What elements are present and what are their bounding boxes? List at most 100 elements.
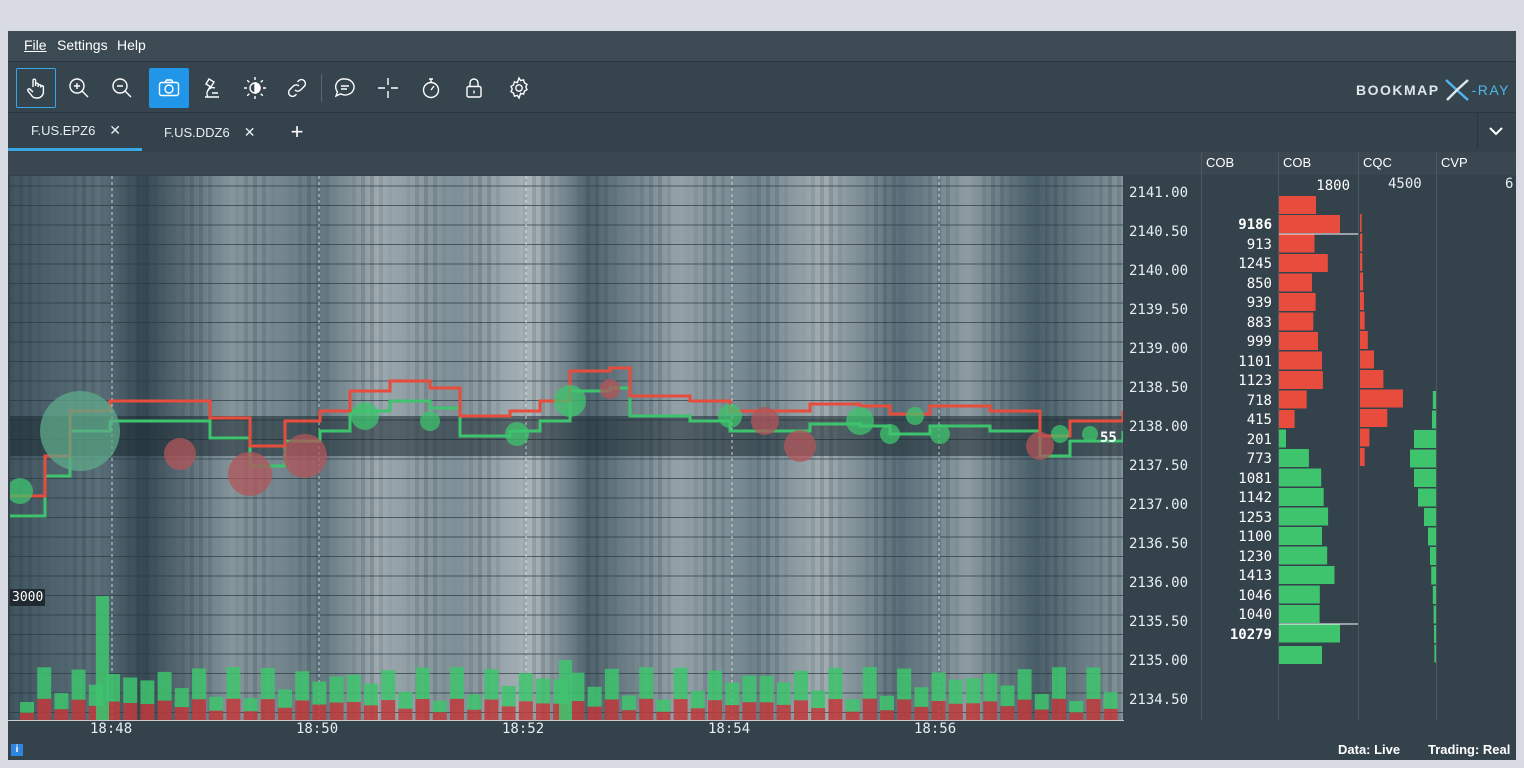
instrument-tabs: F.US.EPZ6 ✕ F.US.DDZ6 ✕ + (8, 112, 1516, 151)
menu-file[interactable]: File (24, 37, 47, 53)
volume-bar-sell (209, 710, 224, 720)
info-icon[interactable]: i (11, 744, 23, 756)
trade-bubble (164, 438, 196, 470)
cob-bar (1278, 624, 1340, 643)
cob-bar (1278, 312, 1314, 331)
cob-value: 1101 (1238, 353, 1272, 370)
volume-bar-sell (845, 711, 860, 720)
volume-bar-sell (174, 707, 189, 720)
volume-bar-sell (536, 703, 550, 720)
cob-bar (1278, 546, 1328, 565)
cob-values-column: 1800 9186 913 1245 850 939 883 999 1101 1123 718 4… (1202, 176, 1350, 720)
volume-bar-sell (776, 704, 791, 720)
volume-bar-buy (20, 702, 34, 713)
zoom-in-button[interactable] (59, 68, 99, 108)
lock-button[interactable] (454, 68, 494, 108)
volume-bar-sell (966, 703, 980, 720)
hand-icon (27, 78, 45, 99)
time-axis[interactable]: 18:48 18:50 18:52 18:54 18:56 (8, 720, 1124, 741)
price-axis[interactable]: 2141.00 2140.50 2140.00 2139.50 2139.00 2138.… (1123, 176, 1201, 720)
volume-bar-buy (983, 673, 998, 702)
cob-bar (1278, 468, 1322, 487)
price-label: 2141.00 (1129, 185, 1189, 201)
cob-bar (1278, 196, 1316, 214)
column-header-cob-bars[interactable]: COB (1283, 155, 1311, 170)
cob-bar (1278, 332, 1318, 350)
volume-bar-sell (1017, 699, 1032, 720)
crosshair-button[interactable] (368, 68, 408, 108)
snapshot-button[interactable] (149, 68, 189, 108)
volume-bar-buy (501, 686, 516, 707)
volume-bar-sell (587, 706, 602, 720)
microscope-icon (205, 78, 219, 98)
cob-bar (1278, 371, 1323, 389)
settings-button[interactable] (499, 68, 539, 108)
volume-bar-buy (157, 671, 172, 701)
volume-bar-sell (484, 699, 499, 720)
stopwatch-button[interactable] (411, 68, 451, 108)
column-divider (1278, 152, 1279, 720)
column-divider (1358, 152, 1359, 720)
hand-tool-button[interactable] (16, 68, 56, 108)
volume-bar-sell (914, 706, 929, 720)
tab-ddz6[interactable]: F.US.DDZ6 ✕ (164, 113, 255, 151)
column-header-row: COB COB CQC CVP (8, 152, 1516, 175)
volume-bar-sell (604, 699, 619, 720)
volume-bar-buy (260, 668, 275, 700)
toolbar: BOOKMAP X -RAY (8, 62, 1516, 112)
link-icon (287, 78, 307, 98)
volume-bar-sell (123, 703, 138, 720)
cob-value: 773 (1246, 451, 1272, 467)
cob-value: 939 (1246, 295, 1272, 311)
cvp-bar (1414, 430, 1436, 448)
cvp-scale: 6 (1505, 176, 1514, 192)
price-label: 2138.00 (1129, 419, 1189, 435)
volume-bar-sell (1069, 712, 1084, 720)
cob-bar (1278, 605, 1320, 623)
trade-bubble (880, 424, 900, 444)
column-header-cob[interactable]: COB (1206, 155, 1234, 170)
menu-settings[interactable]: Settings (57, 37, 108, 53)
volume-bar-buy (174, 688, 189, 708)
volume-bar-buy (690, 690, 705, 709)
gear-icon (510, 76, 528, 100)
cob-bar (1278, 488, 1324, 506)
price-label: 2136.00 (1129, 575, 1189, 591)
trade-bubble (228, 452, 272, 496)
trade-bubble (1082, 426, 1098, 442)
volume-bar-buy (742, 675, 757, 703)
trade-bubble (930, 424, 950, 444)
cob-bar (1278, 273, 1312, 292)
heatmap-chart[interactable]: 3000 55 (10, 176, 1123, 720)
volume-bar-sell (346, 702, 361, 720)
volume-bar-buy (639, 667, 654, 699)
volume-bar-buy (776, 682, 791, 705)
close-icon[interactable]: ✕ (244, 124, 256, 141)
tabs-dropdown-button[interactable] (1477, 113, 1514, 149)
column-header-cvp[interactable]: CVP (1441, 155, 1468, 170)
cob-bar (1278, 215, 1340, 233)
chevron-down-icon (1489, 127, 1503, 136)
volume-bar-sell (71, 699, 86, 720)
volume-bar-sell (37, 698, 52, 720)
column-header-cqc[interactable]: CQC (1363, 155, 1392, 170)
brightness-button[interactable] (235, 68, 275, 108)
volume-bar-buy (725, 682, 740, 706)
cvp-bar (1428, 527, 1436, 546)
cob-value: 1142 (1238, 490, 1272, 506)
close-icon[interactable]: ✕ (109, 122, 121, 139)
menu-help[interactable]: Help (117, 37, 146, 53)
volume-bar-buy (209, 696, 224, 711)
price-label: 2140.00 (1129, 263, 1189, 279)
cob-bar (1278, 254, 1328, 272)
microscope-button[interactable] (192, 68, 232, 108)
cob-value: 1230 (1238, 548, 1272, 565)
tab-epz6[interactable]: F.US.EPZ6 ✕ (8, 113, 142, 151)
add-tab-button[interactable]: + (284, 113, 310, 151)
zoom-out-button[interactable] (102, 68, 142, 108)
volume-bar-sell (673, 699, 688, 720)
volume-bar-sell (811, 708, 826, 720)
chat-button[interactable] (325, 68, 365, 108)
link-button[interactable] (277, 68, 317, 108)
volume-bar-sell (226, 698, 241, 720)
